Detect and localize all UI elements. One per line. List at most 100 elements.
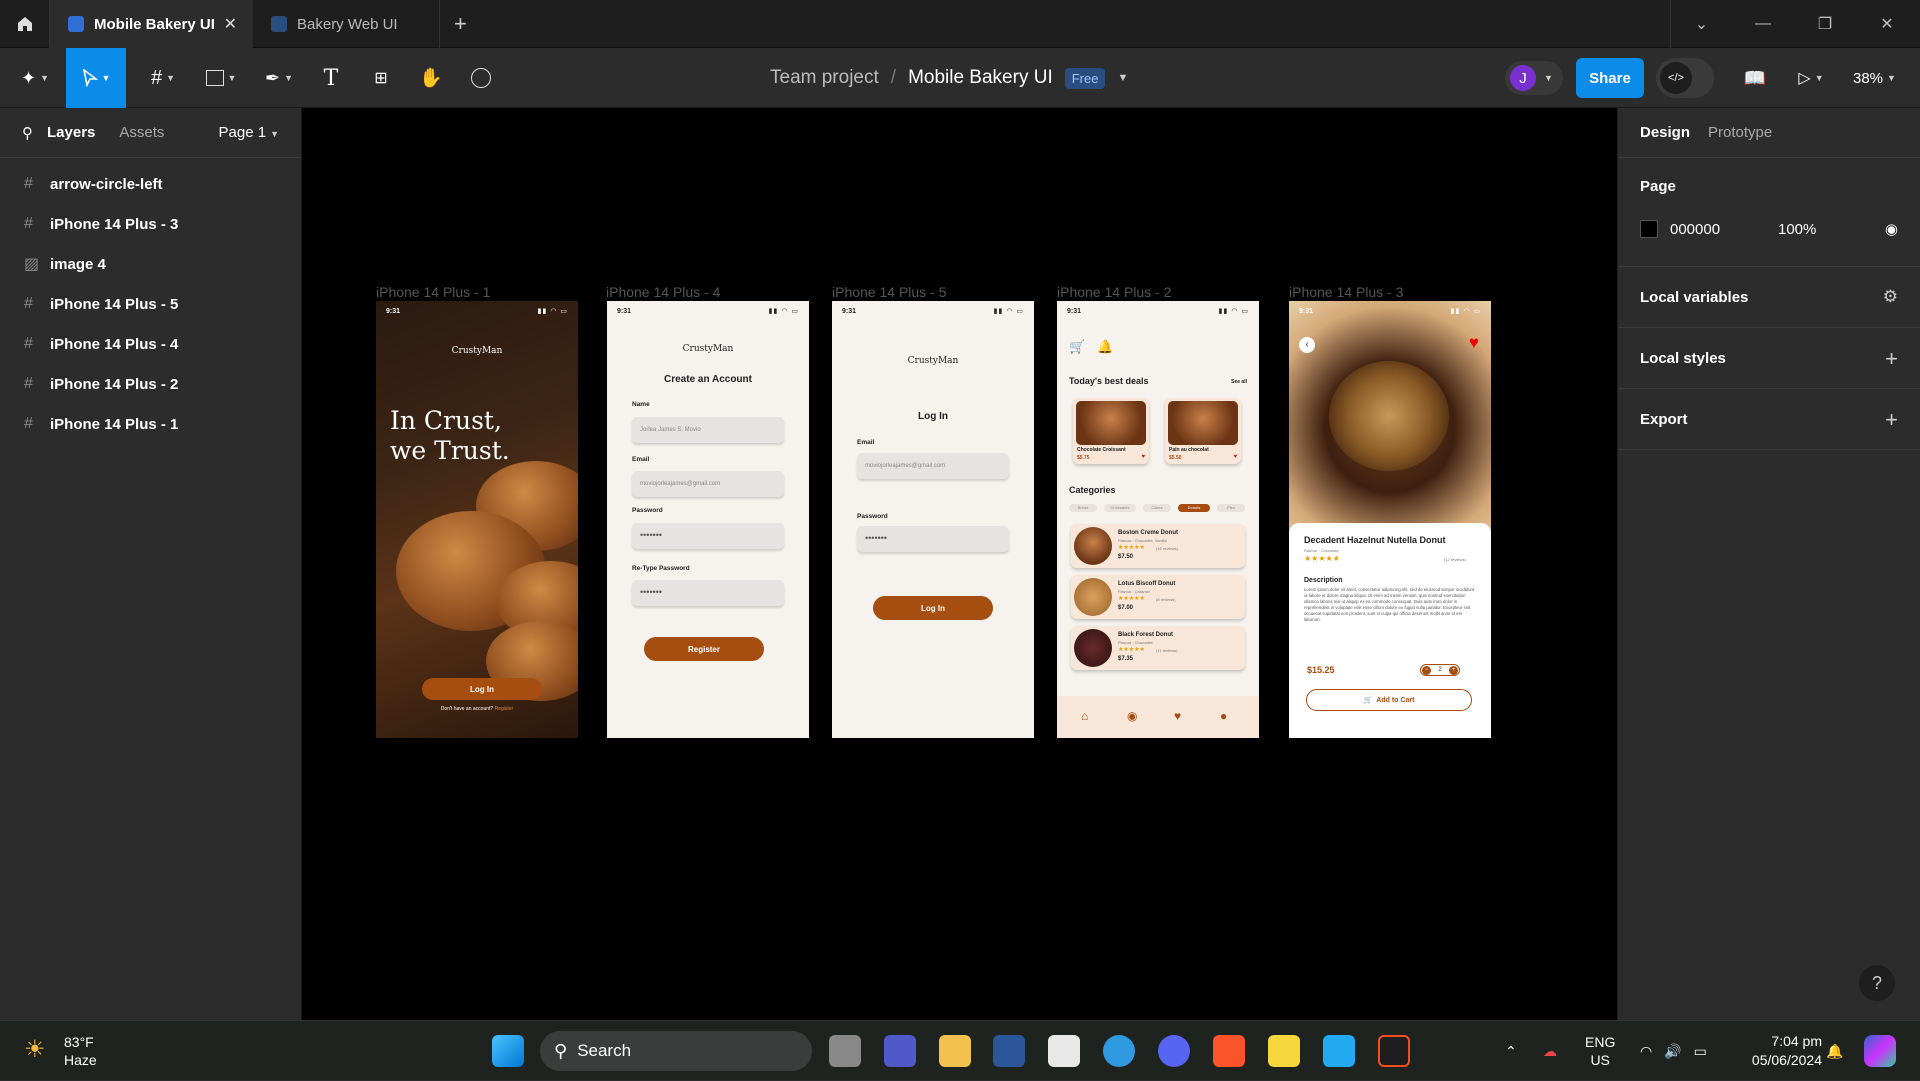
- minus-icon[interactable]: −: [1422, 665, 1431, 675]
- password-field[interactable]: •••••••: [857, 526, 1009, 552]
- zoom-menu[interactable]: 38% ▼: [1853, 48, 1896, 108]
- fill-hex[interactable]: 000000: [1670, 221, 1778, 238]
- retype-password-field[interactable]: •••••••: [632, 580, 784, 606]
- restore-icon[interactable]: ❐: [1794, 0, 1856, 48]
- layer-item[interactable]: # iPhone 14 Plus - 1: [0, 404, 301, 444]
- page-selector[interactable]: Page 1 ▼: [219, 124, 279, 141]
- home-icon[interactable]: ⌂: [1081, 709, 1088, 723]
- comment-tool[interactable]: [456, 48, 506, 108]
- local-variables-section[interactable]: Local variables ⚙: [1618, 267, 1920, 328]
- frame-product-detail[interactable]: 9:31 ▮▮ ◠ ▭ ‹ ♥ Decadent Hazelnut Nutell…: [1289, 301, 1491, 738]
- close-window-icon[interactable]: ✕: [1856, 0, 1918, 48]
- compass-icon[interactable]: ◉: [1127, 709, 1137, 723]
- signup-link[interactable]: Register: [495, 706, 514, 712]
- add-to-cart-button[interactable]: 🛒 Add to Cart: [1306, 689, 1472, 711]
- login-button[interactable]: Log In: [422, 678, 542, 700]
- user-avatar-button[interactable]: J ▼: [1505, 61, 1563, 95]
- add-export-icon[interactable]: +: [1885, 407, 1898, 433]
- get-help-icon[interactable]: [1103, 1035, 1135, 1067]
- onedrive-icon[interactable]: ☁: [1543, 1021, 1557, 1081]
- deal-card[interactable]: Pain au chocolat $5.50 ♥: [1165, 398, 1241, 464]
- frame-label[interactable]: iPhone 14 Plus - 2: [1057, 284, 1171, 300]
- fill-opacity[interactable]: 100%: [1778, 221, 1816, 238]
- word-icon[interactable]: [993, 1035, 1025, 1067]
- register-button[interactable]: Register: [644, 637, 764, 661]
- layer-item[interactable]: # iPhone 14 Plus - 3: [0, 204, 301, 244]
- notification-bell-icon[interactable]: 🔔: [1826, 1021, 1843, 1081]
- taskbar-search[interactable]: ⚲ Search: [540, 1031, 812, 1071]
- text-tool[interactable]: T: [306, 48, 356, 108]
- present-button[interactable]: ▷ ▼: [1786, 48, 1836, 108]
- email-field[interactable]: moviojorleajames@gmail.com: [632, 471, 784, 497]
- layer-item[interactable]: ▨ image 4: [0, 244, 301, 284]
- tab-prototype[interactable]: Prototype: [1708, 124, 1772, 141]
- category-chip[interactable]: Bread: [1069, 504, 1097, 512]
- category-chip-active[interactable]: Donuts: [1178, 504, 1210, 512]
- start-icon[interactable]: [492, 1035, 524, 1067]
- file-name[interactable]: Mobile Bakery UI: [908, 67, 1053, 89]
- password-field[interactable]: •••••••: [632, 523, 784, 549]
- shape-tool[interactable]: ▼: [196, 48, 246, 108]
- minimize-icon[interactable]: —: [1732, 0, 1794, 48]
- layer-item[interactable]: # arrow-circle-left: [0, 164, 301, 204]
- variables-settings-icon[interactable]: ⚙: [1883, 287, 1898, 307]
- tab-assets[interactable]: Assets: [119, 124, 164, 141]
- heart-icon[interactable]: ♥: [1233, 454, 1237, 460]
- product-card[interactable]: Black Forest Donut Flavour : Chocolate ★…: [1071, 626, 1245, 670]
- frame-label[interactable]: iPhone 14 Plus - 3: [1289, 284, 1403, 300]
- eye-icon[interactable]: ◉: [1885, 220, 1898, 238]
- brave-icon[interactable]: [1213, 1035, 1245, 1067]
- tab-dropdown-icon[interactable]: ⌄: [1670, 0, 1732, 48]
- login-button[interactable]: Log In: [873, 596, 993, 620]
- tab-bakery-web-ui[interactable]: Bakery Web UI: [253, 0, 440, 48]
- copilot-icon[interactable]: [1864, 1035, 1896, 1067]
- tab-mobile-bakery-ui[interactable]: Mobile Bakery UI ✕: [50, 0, 253, 48]
- task-view-icon[interactable]: [829, 1035, 861, 1067]
- name-field[interactable]: Jorlea James S. Movio: [632, 417, 784, 443]
- quantity-stepper[interactable]: − 2 +: [1420, 664, 1460, 676]
- layer-item[interactable]: # iPhone 14 Plus - 4: [0, 324, 301, 364]
- profile-icon[interactable]: ●: [1220, 709, 1227, 723]
- teams-icon[interactable]: [884, 1035, 916, 1067]
- file-menu-chevron-icon[interactable]: ▼: [1117, 72, 1128, 84]
- home-button[interactable]: [0, 0, 50, 48]
- help-button[interactable]: ?: [1859, 965, 1895, 1001]
- layer-item[interactable]: # iPhone 14 Plus - 2: [0, 364, 301, 404]
- share-button[interactable]: Share: [1576, 58, 1644, 98]
- color-swatch[interactable]: [1640, 220, 1658, 238]
- frame-label[interactable]: iPhone 14 Plus - 5: [832, 284, 946, 300]
- new-tab-icon[interactable]: +: [454, 11, 467, 37]
- search-icon[interactable]: ⚲: [22, 124, 33, 142]
- plus-icon[interactable]: +: [1449, 665, 1458, 675]
- frame-create-account[interactable]: 9:31 ▮▮ ◠ ▭ CrustyMan Create an Account …: [607, 301, 809, 738]
- pen-tool[interactable]: ✒ ▼: [254, 48, 304, 108]
- export-section[interactable]: Export +: [1618, 389, 1920, 450]
- vscode-icon[interactable]: [1323, 1035, 1355, 1067]
- main-menu-button[interactable]: ✦ ▼: [10, 48, 60, 108]
- layer-item[interactable]: # iPhone 14 Plus - 5: [0, 284, 301, 324]
- move-tool[interactable]: ▼: [66, 48, 126, 108]
- sticky-notes-icon[interactable]: [1268, 1035, 1300, 1067]
- microsoft-store-icon[interactable]: [1048, 1035, 1080, 1067]
- tab-layers[interactable]: Layers: [47, 124, 95, 141]
- resources-tool[interactable]: ⊞: [356, 48, 406, 108]
- figma-icon[interactable]: [1378, 1035, 1410, 1067]
- frame-tool[interactable]: # ▼: [138, 48, 188, 108]
- language-indicator[interactable]: ENG US: [1585, 1021, 1615, 1081]
- clock[interactable]: 7:04 pm 05/06/2024: [1737, 1021, 1822, 1081]
- file-explorer-icon[interactable]: [939, 1035, 971, 1067]
- category-chip[interactable]: Croissants: [1104, 504, 1136, 512]
- weather-widget[interactable]: 83°F Haze: [64, 1033, 97, 1069]
- weather-icon[interactable]: ☀: [24, 1035, 46, 1064]
- frame-label[interactable]: iPhone 14 Plus - 1: [376, 284, 490, 300]
- product-card[interactable]: Lotus Biscoff Donut Flavour : Caramel ★★…: [1071, 575, 1245, 619]
- local-styles-section[interactable]: Local styles +: [1618, 328, 1920, 389]
- hand-tool[interactable]: ✋: [406, 48, 456, 108]
- heart-icon[interactable]: ♥: [1174, 709, 1181, 723]
- product-card[interactable]: Boston Creme Donut Flavour : Chocolate, …: [1071, 524, 1245, 568]
- category-chip[interactable]: Pies: [1217, 504, 1245, 512]
- canvas[interactable]: iPhone 14 Plus - 1 iPhone 14 Plus - 4 iP…: [302, 108, 1617, 1020]
- email-field[interactable]: moviojorleajames@gmail.com: [857, 453, 1009, 479]
- discord-icon[interactable]: [1158, 1035, 1190, 1067]
- team-project-link[interactable]: Team project: [770, 67, 879, 89]
